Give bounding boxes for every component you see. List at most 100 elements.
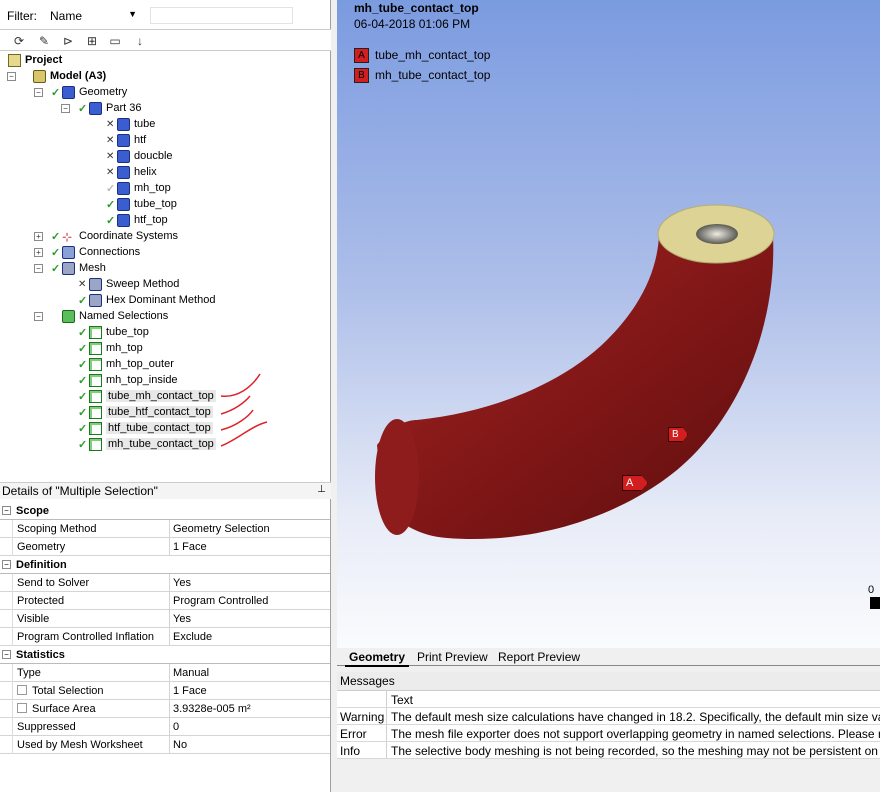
connections-icon [62, 245, 75, 259]
collapse-toggle[interactable]: − [34, 264, 43, 273]
outline-panel: Filter: Name ▼ ⟳ ✎ ⊳ ⊞ ▭ ↓ Project − Mode… [0, 0, 331, 792]
collapse-toggle[interactable]: − [34, 88, 43, 97]
tree-item-named-selection[interactable]: ✓ mh_top [78, 340, 143, 356]
filter-input[interactable] [150, 7, 293, 24]
collapse-toggle[interactable]: − [34, 312, 43, 321]
parameter-checkbox[interactable] [17, 703, 27, 713]
tree-item-project[interactable]: Project [8, 52, 62, 68]
3d-viewport[interactable]: mh_tube_contact_top 06-04-2018 01:06 PM … [337, 0, 880, 648]
messages-panel: Messages Text Warning The default mesh si… [337, 672, 880, 792]
section-definition[interactable]: − Definition [0, 556, 330, 574]
property-row[interactable]: Geometry 1 Face [0, 538, 330, 556]
tree-item-body[interactable]: ✕ tube [106, 116, 155, 132]
property-row[interactable]: Program Controlled Inflation Exclude [0, 628, 330, 646]
tree-item-coordinate-systems[interactable]: ✓ ⊹ Coordinate Systems [51, 228, 178, 244]
folder-icon[interactable]: ▭ [106, 32, 124, 49]
named-selection-icon [89, 325, 102, 339]
check-icon: ✓ [106, 214, 116, 227]
filter-type-select[interactable]: Name ▼ [45, 6, 142, 24]
tree-item-named-selection[interactable]: ✓ tube_htf_contact_top [78, 404, 213, 420]
check-icon: ✓ [51, 246, 61, 259]
message-row[interactable]: Error The mesh file exporter does not sup… [337, 725, 880, 742]
model-icon [33, 69, 46, 83]
messages-title: Messages [337, 672, 880, 691]
property-row[interactable]: Protected Program Controlled [0, 592, 330, 610]
refresh-icon[interactable]: ⟳ [10, 32, 28, 49]
collapse-toggle[interactable]: − [61, 104, 70, 113]
expand-toggle[interactable]: + [34, 232, 43, 241]
messages-header-row: Text [337, 691, 880, 708]
part-icon [89, 101, 102, 115]
tree-item-named-selection[interactable]: ✓ mh_top_inside [78, 372, 178, 388]
property-row[interactable]: Send to Solver Yes [0, 574, 330, 592]
tree-item-body[interactable]: ✓ mh_top [106, 180, 171, 196]
collapse-toggle[interactable]: − [7, 72, 16, 81]
body-icon [117, 213, 130, 227]
graphics-area: mh_tube_contact_top 06-04-2018 01:06 PM … [337, 0, 880, 792]
cross-icon: ✕ [106, 134, 115, 146]
tab-print-preview[interactable]: Print Preview [413, 649, 492, 665]
mesh-method-icon [89, 293, 102, 307]
section-statistics[interactable]: − Statistics [0, 646, 330, 664]
tree-item-named-selection[interactable]: ✓ tube_top [78, 324, 149, 340]
collapse-toggle[interactable]: − [2, 560, 11, 569]
tree-item-part[interactable]: ✓ Part 36 [78, 100, 141, 116]
tree-filter-icon[interactable]: ⊳ [59, 32, 77, 49]
parameter-checkbox[interactable] [17, 685, 27, 695]
property-row[interactable]: Used by Mesh Worksheet No [0, 736, 330, 754]
tree-item-body[interactable]: ✓ htf_top [106, 212, 168, 228]
named-selections-icon [62, 309, 75, 323]
check-icon: ✓ [51, 230, 61, 243]
tree-item-body[interactable]: ✕ helix [106, 164, 157, 180]
property-row[interactable]: Type Manual [0, 664, 330, 682]
named-selection-icon [89, 405, 102, 419]
tree-item-body[interactable]: ✕ htf [106, 132, 146, 148]
tree-item-model[interactable]: Model (A3) [33, 68, 106, 84]
property-row[interactable]: Suppressed 0 [0, 718, 330, 736]
tree-item-body[interactable]: ✕ doucble [106, 148, 173, 164]
check-icon: ✓ [51, 86, 61, 99]
project-icon [8, 53, 21, 67]
tree-item-body[interactable]: ✓ tube_top [106, 196, 177, 212]
view-tabs: Geometry Print Preview Report Preview [337, 648, 880, 667]
sort-az-icon[interactable]: ↓ [131, 32, 149, 49]
tree-item-named-selections[interactable]: ✓Named Selections [51, 308, 168, 324]
collapse-toggle[interactable]: − [2, 650, 11, 659]
cross-icon: ✕ [78, 278, 87, 290]
tab-report-preview[interactable]: Report Preview [494, 649, 584, 665]
property-row[interactable]: Visible Yes [0, 610, 330, 628]
tab-geometry[interactable]: Geometry [345, 649, 410, 667]
tree-item-named-selection[interactable]: ✓ htf_tube_contact_top [78, 420, 213, 436]
collapse-toggle[interactable]: − [2, 506, 11, 515]
tree-item-named-selection[interactable]: ✓ mh_tube_contact_top [78, 436, 216, 452]
check-icon: ✓ [78, 326, 88, 339]
tree-item-mesh[interactable]: ✓ Mesh [51, 260, 106, 276]
geometry-icon [62, 85, 75, 99]
named-selection-icon [89, 421, 102, 435]
named-selection-icon [89, 389, 102, 403]
message-row[interactable]: Info The selective body meshing is not be… [337, 742, 880, 759]
section-scope[interactable]: − Scope [0, 502, 330, 520]
tree-item-hex-dominant[interactable]: ✓ Hex Dominant Method [78, 292, 215, 308]
body-icon [117, 133, 130, 147]
cross-icon: ✕ [106, 166, 115, 178]
tree-item-named-selection[interactable]: ✓ mh_top_outer [78, 356, 174, 372]
eraser-icon[interactable]: ✎ [35, 32, 53, 49]
tree-item-connections[interactable]: ✓ Connections [51, 244, 140, 260]
tree-item-named-selection[interactable]: ✓ tube_mh_contact_top [78, 388, 216, 404]
tree-item-sweep-method[interactable]: ✕ Sweep Method [78, 276, 179, 292]
tree-item-geometry[interactable]: ✓ Geometry [51, 84, 127, 100]
property-row[interactable]: Total Selection 1 Face [0, 682, 330, 700]
expand-all-icon[interactable]: ⊞ [83, 32, 101, 49]
body-icon [117, 165, 130, 179]
body-icon [117, 117, 130, 131]
check-icon: ✓ [78, 422, 88, 435]
property-row[interactable]: Surface Area 3.9328e-005 m² [0, 700, 330, 718]
message-row[interactable]: Warning The default mesh size calculation… [337, 708, 880, 725]
property-row[interactable]: Scoping Method Geometry Selection [0, 520, 330, 538]
expand-toggle[interactable]: + [34, 248, 43, 257]
pin-icon[interactable]: ⊥ [317, 484, 326, 495]
mesh-method-icon [89, 277, 102, 291]
check-icon: ✓ [78, 358, 88, 371]
details-grid: − Scope Scoping Method Geometry Selection … [0, 502, 330, 754]
